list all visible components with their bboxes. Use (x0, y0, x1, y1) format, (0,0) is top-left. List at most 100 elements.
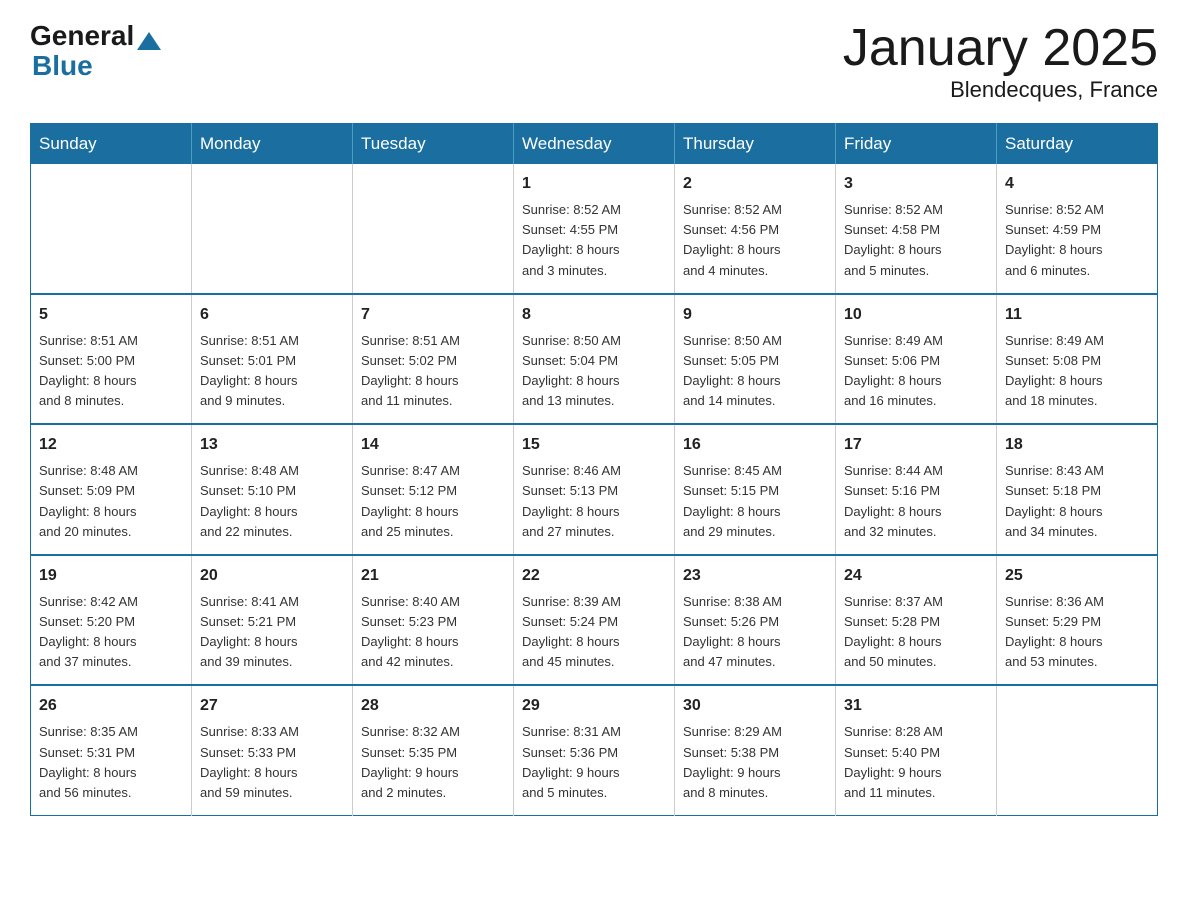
day-number: 20 (200, 564, 344, 588)
calendar-subtitle: Blendecques, France (843, 77, 1158, 103)
day-info: Sunrise: 8:40 AM Sunset: 5:23 PM Dayligh… (361, 592, 505, 673)
calendar-cell: 16 Sunrise: 8:45 AM Sunset: 5:15 PM Dayli… (675, 424, 836, 555)
calendar-cell: 13 Sunrise: 8:48 AM Sunset: 5:10 PM Dayli… (192, 424, 353, 555)
day-number: 16 (683, 433, 827, 457)
day-info: Sunrise: 8:31 AM Sunset: 5:36 PM Dayligh… (522, 722, 666, 803)
day-number: 13 (200, 433, 344, 457)
day-info: Sunrise: 8:51 AM Sunset: 5:01 PM Dayligh… (200, 331, 344, 412)
calendar-week-row: 5 Sunrise: 8:51 AM Sunset: 5:00 PM Daylig… (31, 294, 1158, 425)
day-info: Sunrise: 8:48 AM Sunset: 5:09 PM Dayligh… (39, 461, 183, 542)
logo: General Blue (30, 20, 161, 80)
calendar-header: SundayMondayTuesdayWednesdayThursdayFrid… (31, 124, 1158, 165)
calendar-cell: 6 Sunrise: 8:51 AM Sunset: 5:01 PM Daylig… (192, 294, 353, 425)
calendar-cell: 15Sunrise: 8:46 AM Sunset: 5:13 PM Dayli… (514, 424, 675, 555)
calendar-body: 1 Sunrise: 8:52 AM Sunset: 4:55 PM Daylig… (31, 164, 1158, 815)
day-number: 15 (522, 433, 666, 457)
calendar-cell: 28 Sunrise: 8:32 AM Sunset: 5:35 PM Dayli… (353, 685, 514, 815)
calendar-cell: 2Sunrise: 8:52 AM Sunset: 4:56 PM Daylig… (675, 164, 836, 294)
calendar-day-header: Wednesday (514, 124, 675, 165)
calendar-cell: 26 Sunrise: 8:35 AM Sunset: 5:31 PM Dayli… (31, 685, 192, 815)
day-number: 28 (361, 694, 505, 718)
day-number: 7 (361, 303, 505, 327)
calendar-cell: 10 Sunrise: 8:49 AM Sunset: 5:06 PM Dayli… (836, 294, 997, 425)
calendar-cell: 3 Sunrise: 8:52 AM Sunset: 4:58 PM Daylig… (836, 164, 997, 294)
calendar-cell (997, 685, 1158, 815)
calendar-cell: 25 Sunrise: 8:36 AM Sunset: 5:29 PM Dayli… (997, 555, 1158, 686)
day-number: 21 (361, 564, 505, 588)
calendar-cell: 18Sunrise: 8:43 AM Sunset: 5:18 PM Dayli… (997, 424, 1158, 555)
day-number: 17 (844, 433, 988, 457)
calendar-cell (31, 164, 192, 294)
day-info: Sunrise: 8:35 AM Sunset: 5:31 PM Dayligh… (39, 722, 183, 803)
calendar-title: January 2025 (843, 20, 1158, 77)
day-number: 14 (361, 433, 505, 457)
day-info: Sunrise: 8:38 AM Sunset: 5:26 PM Dayligh… (683, 592, 827, 673)
logo-triangle (137, 32, 161, 50)
day-info: Sunrise: 8:51 AM Sunset: 5:02 PM Dayligh… (361, 331, 505, 412)
day-info: Sunrise: 8:52 AM Sunset: 4:59 PM Dayligh… (1005, 200, 1149, 281)
day-number: 22 (522, 564, 666, 588)
day-info: Sunrise: 8:45 AM Sunset: 5:15 PM Dayligh… (683, 461, 827, 542)
calendar-cell: 22Sunrise: 8:39 AM Sunset: 5:24 PM Dayli… (514, 555, 675, 686)
calendar-week-row: 1 Sunrise: 8:52 AM Sunset: 4:55 PM Daylig… (31, 164, 1158, 294)
day-number: 27 (200, 694, 344, 718)
day-info: Sunrise: 8:50 AM Sunset: 5:04 PM Dayligh… (522, 331, 666, 412)
day-number: 25 (1005, 564, 1149, 588)
calendar-cell: 24 Sunrise: 8:37 AM Sunset: 5:28 PM Dayli… (836, 555, 997, 686)
calendar-cell: 11 Sunrise: 8:49 AM Sunset: 5:08 PM Dayli… (997, 294, 1158, 425)
day-number: 8 (522, 303, 666, 327)
logo-blue-text: Blue (32, 52, 93, 80)
day-number: 5 (39, 303, 183, 327)
day-number: 11 (1005, 303, 1149, 327)
calendar-day-header: Monday (192, 124, 353, 165)
day-number: 2 (683, 172, 827, 196)
day-number: 1 (522, 172, 666, 196)
day-number: 6 (200, 303, 344, 327)
day-number: 24 (844, 564, 988, 588)
day-info: Sunrise: 8:52 AM Sunset: 4:55 PM Dayligh… (522, 200, 666, 281)
day-number: 19 (39, 564, 183, 588)
calendar-week-row: 12 Sunrise: 8:48 AM Sunset: 5:09 PM Dayli… (31, 424, 1158, 555)
day-info: Sunrise: 8:32 AM Sunset: 5:35 PM Dayligh… (361, 722, 505, 803)
calendar-cell: 27Sunrise: 8:33 AM Sunset: 5:33 PM Dayli… (192, 685, 353, 815)
day-number: 3 (844, 172, 988, 196)
day-number: 18 (1005, 433, 1149, 457)
calendar-cell: 5 Sunrise: 8:51 AM Sunset: 5:00 PM Daylig… (31, 294, 192, 425)
calendar-week-row: 26 Sunrise: 8:35 AM Sunset: 5:31 PM Dayli… (31, 685, 1158, 815)
calendar-cell: 19 Sunrise: 8:42 AM Sunset: 5:20 PM Dayli… (31, 555, 192, 686)
day-number: 30 (683, 694, 827, 718)
day-number: 4 (1005, 172, 1149, 196)
day-info: Sunrise: 8:37 AM Sunset: 5:28 PM Dayligh… (844, 592, 988, 673)
calendar-cell: 20Sunrise: 8:41 AM Sunset: 5:21 PM Dayli… (192, 555, 353, 686)
day-number: 10 (844, 303, 988, 327)
calendar-week-row: 19 Sunrise: 8:42 AM Sunset: 5:20 PM Dayli… (31, 555, 1158, 686)
day-info: Sunrise: 8:51 AM Sunset: 5:00 PM Dayligh… (39, 331, 183, 412)
day-info: Sunrise: 8:49 AM Sunset: 5:06 PM Dayligh… (844, 331, 988, 412)
day-info: Sunrise: 8:28 AM Sunset: 5:40 PM Dayligh… (844, 722, 988, 803)
page-header: General Blue January 2025 Blendecques, F… (30, 20, 1158, 103)
day-info: Sunrise: 8:36 AM Sunset: 5:29 PM Dayligh… (1005, 592, 1149, 673)
day-info: Sunrise: 8:49 AM Sunset: 5:08 PM Dayligh… (1005, 331, 1149, 412)
day-info: Sunrise: 8:42 AM Sunset: 5:20 PM Dayligh… (39, 592, 183, 673)
logo-row1: General (30, 20, 161, 52)
day-info: Sunrise: 8:52 AM Sunset: 4:58 PM Dayligh… (844, 200, 988, 281)
calendar-cell: 23 Sunrise: 8:38 AM Sunset: 5:26 PM Dayli… (675, 555, 836, 686)
title-section: January 2025 Blendecques, France (843, 20, 1158, 103)
calendar-cell: 7 Sunrise: 8:51 AM Sunset: 5:02 PM Daylig… (353, 294, 514, 425)
calendar-table: SundayMondayTuesdayWednesdayThursdayFrid… (30, 123, 1158, 816)
day-number: 29 (522, 694, 666, 718)
day-number: 23 (683, 564, 827, 588)
day-number: 31 (844, 694, 988, 718)
day-number: 12 (39, 433, 183, 457)
calendar-cell (192, 164, 353, 294)
day-info: Sunrise: 8:44 AM Sunset: 5:16 PM Dayligh… (844, 461, 988, 542)
calendar-cell: 21 Sunrise: 8:40 AM Sunset: 5:23 PM Dayli… (353, 555, 514, 686)
calendar-day-header: Sunday (31, 124, 192, 165)
calendar-day-header: Thursday (675, 124, 836, 165)
calendar-day-header: Tuesday (353, 124, 514, 165)
calendar-cell: 4 Sunrise: 8:52 AM Sunset: 4:59 PM Daylig… (997, 164, 1158, 294)
day-number: 26 (39, 694, 183, 718)
day-info: Sunrise: 8:48 AM Sunset: 5:10 PM Dayligh… (200, 461, 344, 542)
day-info: Sunrise: 8:50 AM Sunset: 5:05 PM Dayligh… (683, 331, 827, 412)
logo-general-text: General (30, 20, 134, 52)
